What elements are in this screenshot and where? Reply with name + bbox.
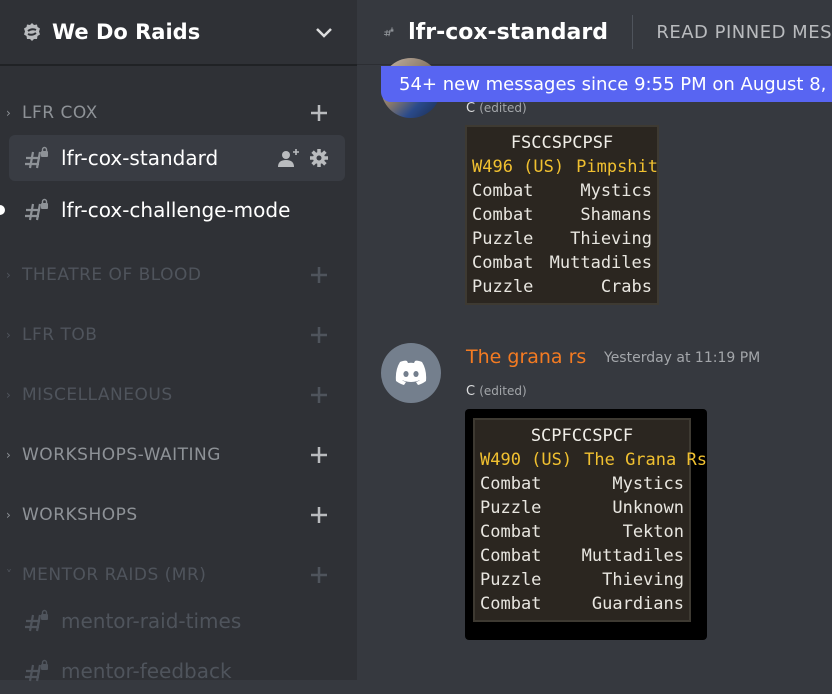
- discord-logo-icon: [393, 359, 429, 387]
- room-row: PuzzleUnknown: [480, 496, 684, 520]
- add-member-icon[interactable]: [277, 148, 301, 168]
- world-label: W490 (US): [480, 448, 572, 472]
- world-label: W496 (US): [472, 155, 564, 179]
- category-miscellaneous[interactable]: › MISCELLANEOUS: [0, 380, 357, 410]
- category-label: LFR COX: [22, 103, 357, 123]
- category-label: THEATRE OF BLOOD: [22, 265, 357, 285]
- chevron-right-icon: ›: [6, 508, 16, 522]
- read-pinned-button[interactable]: READ PINNED MES: [656, 22, 832, 43]
- category-label: MENTOR RAIDS (MR): [22, 565, 357, 585]
- message-author[interactable]: The grana rs: [466, 346, 586, 368]
- gear-icon[interactable]: [309, 148, 329, 168]
- locked-channel-icon: [23, 146, 49, 170]
- raid-layout: FSCCSPCPSF: [472, 131, 652, 155]
- server-header[interactable]: We Do Raids: [0, 0, 357, 66]
- category-label: WORKSHOPS-WAITING: [22, 445, 357, 465]
- channel-name: lfr-cox-challenge-mode: [61, 198, 345, 222]
- locked-channel-icon: [23, 198, 49, 222]
- category-lfr-cox[interactable]: › LFR COX: [0, 98, 357, 128]
- channel-sidebar: We Do Raids › LFR COX lfr-cox-standard: [0, 0, 357, 680]
- room-row: PuzzleThieving: [472, 227, 652, 251]
- create-channel-icon[interactable]: [309, 565, 329, 585]
- channel-lfr-cox-challenge-mode[interactable]: lfr-cox-challenge-mode: [9, 187, 345, 233]
- server-name: We Do Raids: [52, 20, 313, 44]
- create-channel-icon[interactable]: [309, 325, 329, 345]
- raid-scout-image[interactable]: FSCCSPCPSF W496 (US) Pimpshit CombatMysti…: [465, 125, 659, 305]
- chevron-right-icon: ›: [6, 268, 16, 282]
- room-row: CombatMuttadiles: [472, 251, 652, 275]
- edited-label: (edited): [479, 384, 526, 398]
- create-channel-icon[interactable]: [309, 385, 329, 405]
- room-row: PuzzleCrabs: [472, 275, 652, 299]
- room-row: PuzzleThieving: [480, 568, 684, 592]
- category-theatre-of-blood[interactable]: › THEATRE OF BLOOD: [0, 260, 357, 290]
- create-channel-icon[interactable]: [309, 265, 329, 285]
- message-content: C (edited): [466, 101, 527, 116]
- new-messages-banner[interactable]: 54+ new messages since 9:55 PM on August…: [381, 66, 832, 102]
- channel-name: mentor-raid-times: [61, 609, 345, 633]
- user-avatar[interactable]: [381, 343, 441, 403]
- room-row: CombatGuardians: [480, 592, 684, 616]
- edited-label: (edited): [479, 101, 526, 115]
- category-workshops[interactable]: › WORKSHOPS: [0, 500, 357, 530]
- chevron-down-icon[interactable]: [313, 21, 335, 43]
- room-row: CombatMuttadiles: [480, 544, 684, 568]
- message-text: C: [466, 101, 475, 116]
- locked-channel-icon: [23, 609, 49, 633]
- channel-mentor-raid-times[interactable]: mentor-raid-times: [9, 598, 345, 644]
- message-content: C (edited): [466, 384, 527, 399]
- chevron-down-icon: ˅: [6, 568, 16, 582]
- chevron-right-icon: ›: [6, 328, 16, 342]
- unread-indicator: [0, 205, 5, 215]
- category-label: LFR TOB: [22, 325, 357, 345]
- message-text: C: [466, 384, 475, 399]
- channel-lfr-cox-standard[interactable]: lfr-cox-standard: [9, 135, 345, 181]
- channel-title: lfr-cox-standard: [408, 20, 608, 45]
- category-lfr-tob[interactable]: › LFR TOB: [0, 320, 357, 350]
- create-channel-icon[interactable]: [309, 103, 329, 123]
- player-label: Pimpshit: [576, 155, 658, 179]
- chevron-right-icon: ›: [6, 448, 16, 462]
- room-row: CombatMystics: [472, 179, 652, 203]
- locked-channel-icon: [23, 659, 49, 683]
- create-channel-icon[interactable]: [309, 505, 329, 525]
- category-workshops-waiting[interactable]: › WORKSHOPS-WAITING: [0, 440, 357, 470]
- category-label: MISCELLANEOUS: [22, 385, 357, 405]
- room-row: CombatShamans: [472, 203, 652, 227]
- room-row: CombatMystics: [480, 472, 684, 496]
- chevron-right-icon: ›: [6, 106, 16, 120]
- channel-name: mentor-feedback: [61, 659, 345, 683]
- channel-mentor-feedback[interactable]: mentor-feedback: [9, 648, 345, 694]
- player-label: The Grana Rs: [584, 448, 707, 472]
- channel-name: lfr-cox-standard: [61, 146, 277, 170]
- category-mentor-raids[interactable]: ˅ MENTOR RAIDS (MR): [0, 560, 357, 590]
- create-channel-icon[interactable]: [309, 445, 329, 465]
- channel-header: lfr-cox-standard READ PINNED MES: [357, 0, 832, 64]
- category-label: WORKSHOPS: [22, 505, 357, 525]
- raid-scout-panel: SCPFCCSPCF W490 (US)The Grana Rs CombatM…: [473, 418, 691, 622]
- chevron-right-icon: ›: [6, 388, 16, 402]
- locked-channel-icon: [383, 18, 394, 46]
- chat-area: lfr-cox-standard READ PINNED MES 54+ new…: [357, 0, 832, 680]
- room-row: CombatTekton: [480, 520, 684, 544]
- message-timestamp: Yesterday at 11:19 PM: [604, 350, 760, 366]
- raid-layout: SCPFCCSPCF: [480, 424, 684, 448]
- server-badge-icon: [22, 22, 42, 42]
